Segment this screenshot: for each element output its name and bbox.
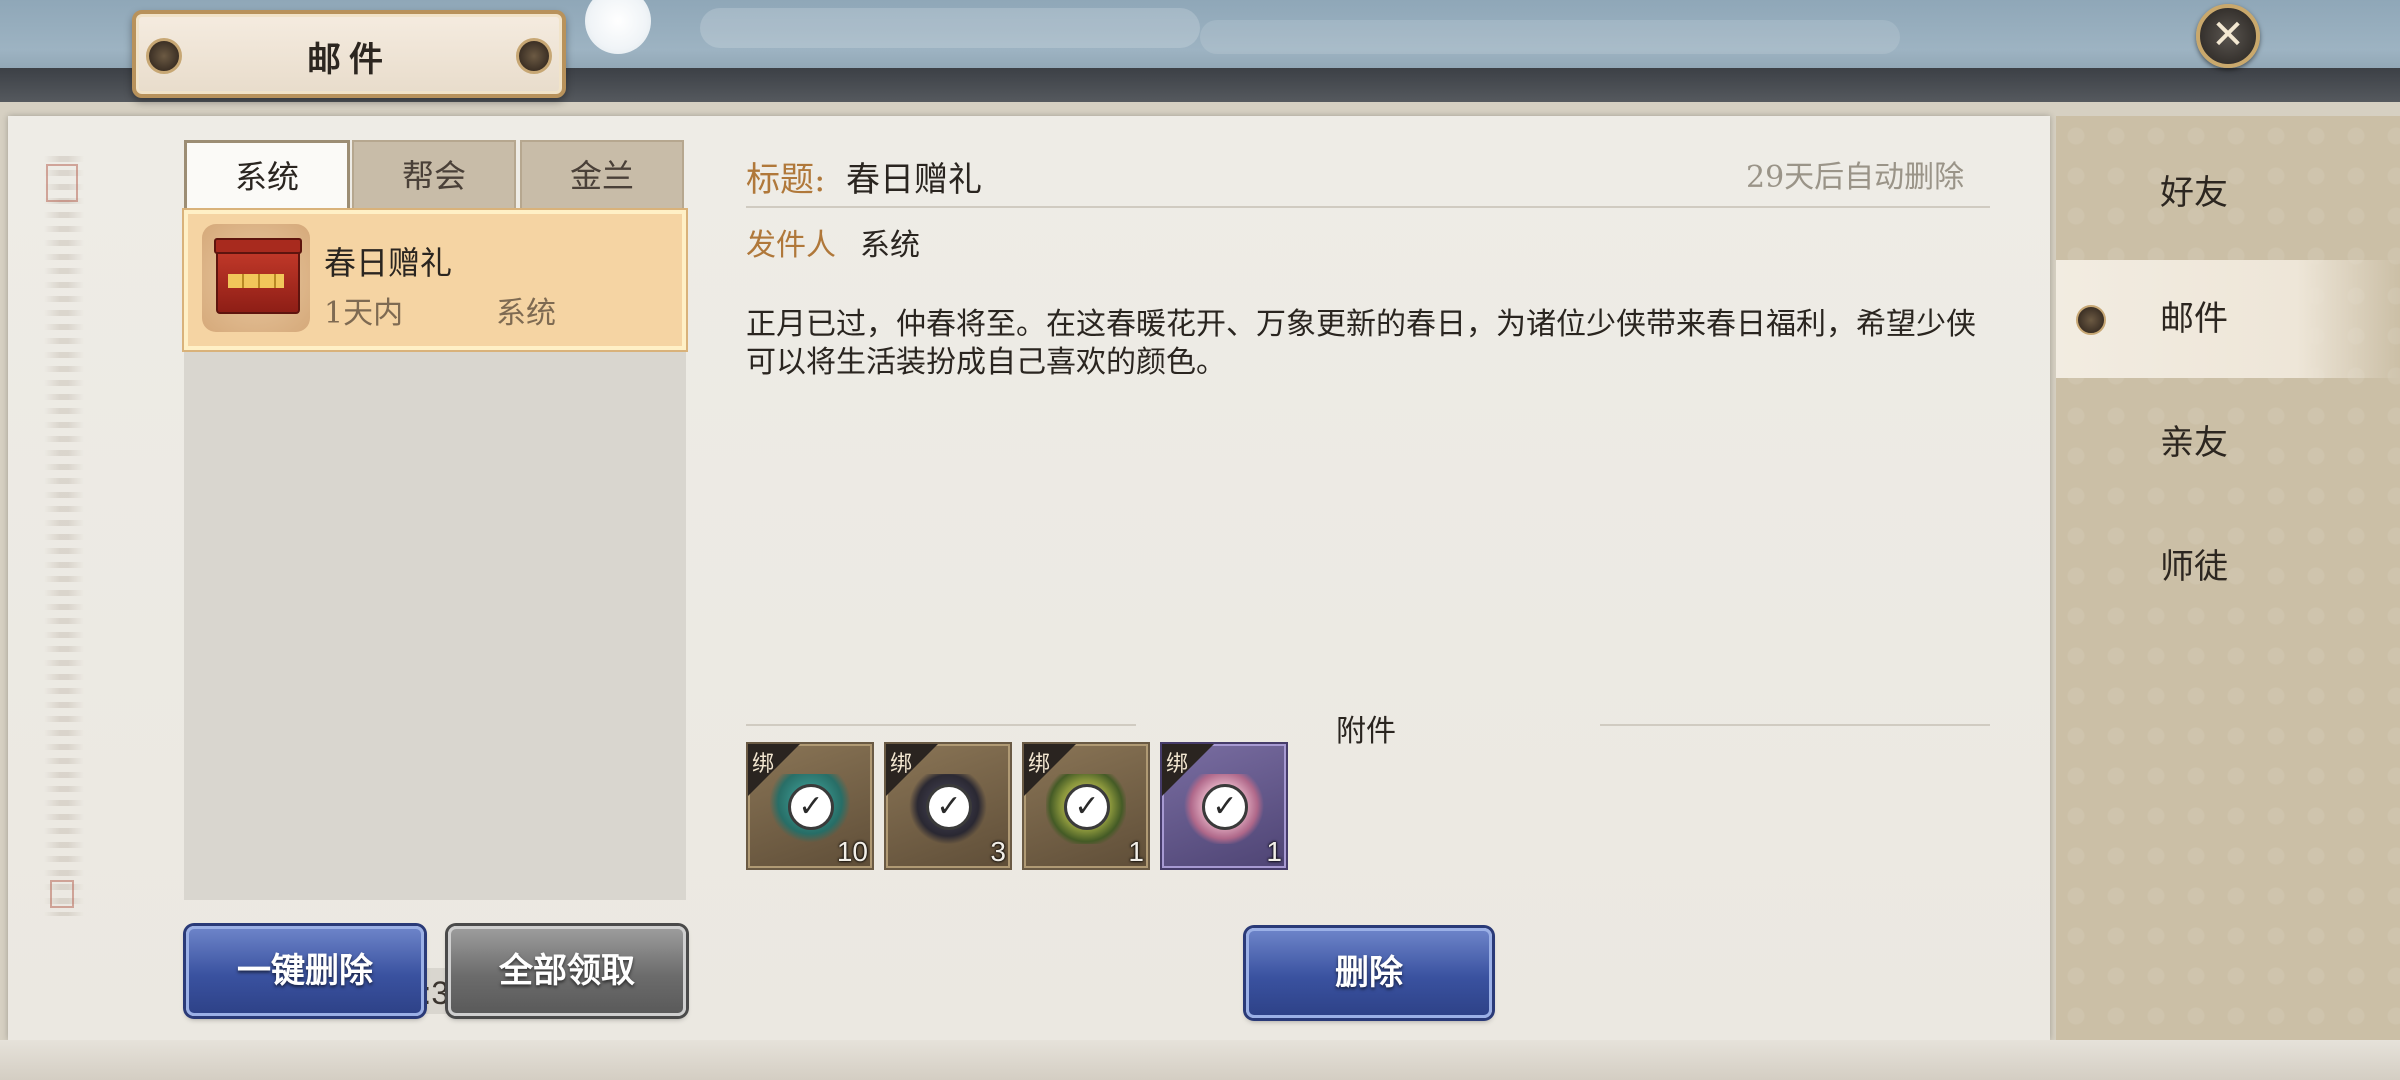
sender-label: 发件人 xyxy=(746,228,836,263)
attachment-item[interactable]: 绑 ✓ 1 xyxy=(1160,742,1288,870)
item-quantity: 3 xyxy=(990,836,1006,867)
divider xyxy=(746,724,1136,726)
tab-system[interactable]: 系统 xyxy=(184,140,350,213)
sidebar-item-label: 好友 xyxy=(2160,173,2228,213)
close-button[interactable]: ✕ xyxy=(2196,4,2260,68)
bind-tag: 绑 xyxy=(890,752,913,777)
item-quantity: 1 xyxy=(1128,836,1144,867)
mail-body: 正月已过，仲春将至。在这春暖花开、万象更新的春日，为诸位少侠带来春日福利，希望少… xyxy=(746,307,1976,380)
attachment-item[interactable]: 绑 ✓ 1 xyxy=(1022,742,1150,870)
item-quantity: 10 xyxy=(836,836,868,867)
calligraphy-decoration xyxy=(44,156,84,916)
mail-title: 春日赠礼 xyxy=(846,160,982,200)
cloud-decoration xyxy=(1200,20,1900,54)
sidebar-item-friends[interactable]: 好友 xyxy=(2056,134,2400,252)
selected-marker-icon xyxy=(2076,305,2106,335)
claim-all-button[interactable]: 全部领取 xyxy=(448,926,686,1016)
gift-box-icon xyxy=(202,224,310,332)
mail-list-item[interactable]: 春日赠礼 1天内 系统 xyxy=(184,210,686,350)
check-icon: ✓ xyxy=(1202,784,1248,830)
title-label: 标题: xyxy=(746,160,826,200)
cloud-decoration xyxy=(700,8,1200,48)
mail-panel: 系统 帮会 金兰 春日赠礼 1天内 系统 邮件:3/200 xyxy=(8,116,2050,1040)
seal-stamp-decoration xyxy=(50,880,74,908)
bottom-border xyxy=(0,1040,2400,1080)
sidebar-item-label: 邮件 xyxy=(2160,299,2228,339)
mail-item-time: 1天内 xyxy=(324,296,404,331)
moon-decoration xyxy=(585,0,651,54)
sidebar-item-relatives[interactable]: 亲友 xyxy=(2056,384,2400,502)
sidebar-item-master-apprentice[interactable]: 师徒 xyxy=(2056,508,2400,626)
item-quantity: 1 xyxy=(1266,836,1282,867)
delete-all-button[interactable]: 一键删除 xyxy=(186,926,424,1016)
divider xyxy=(1600,724,1990,726)
sidebar-item-mail[interactable]: 邮件 xyxy=(2056,260,2400,378)
window-title: 邮件 xyxy=(307,40,391,80)
ornament-knob-icon xyxy=(516,38,552,74)
bind-tag: 绑 xyxy=(1166,752,1189,777)
check-icon: ✓ xyxy=(788,784,834,830)
mail-item-sender: 系统 xyxy=(496,296,556,331)
sidebar-item-label: 师徒 xyxy=(2160,547,2228,587)
seal-stamp-decoration xyxy=(46,164,78,202)
attachments-label: 附件 xyxy=(1336,714,1396,749)
check-icon: ✓ xyxy=(1064,784,1110,830)
delete-button[interactable]: 删除 xyxy=(1246,928,1492,1018)
tab-guild[interactable]: 帮会 xyxy=(352,140,516,210)
sidebar-item-label: 亲友 xyxy=(2160,423,2228,463)
gift-box-art xyxy=(214,238,302,314)
gold-bars xyxy=(228,274,284,288)
divider xyxy=(746,206,1990,208)
mail-item-title: 春日赠礼 xyxy=(324,244,453,282)
window-title-plaque: 邮件 xyxy=(132,10,566,98)
sender-name: 系统 xyxy=(860,228,920,263)
bind-tag: 绑 xyxy=(752,752,775,777)
auto-delete-notice: 29天后自动删除 xyxy=(1746,160,1965,195)
check-icon: ✓ xyxy=(926,784,972,830)
tab-sworn-siblings[interactable]: 金兰 xyxy=(520,140,684,210)
attachment-item[interactable]: 绑 ✓ 3 xyxy=(884,742,1012,870)
bind-tag: 绑 xyxy=(1028,752,1051,777)
attachment-item[interactable]: 绑 ✓ 10 xyxy=(746,742,874,870)
close-x-icon: ✕ xyxy=(2211,12,2245,58)
mail-list[interactable]: 春日赠礼 1天内 系统 xyxy=(184,210,686,900)
gift-box-lid xyxy=(214,238,302,254)
